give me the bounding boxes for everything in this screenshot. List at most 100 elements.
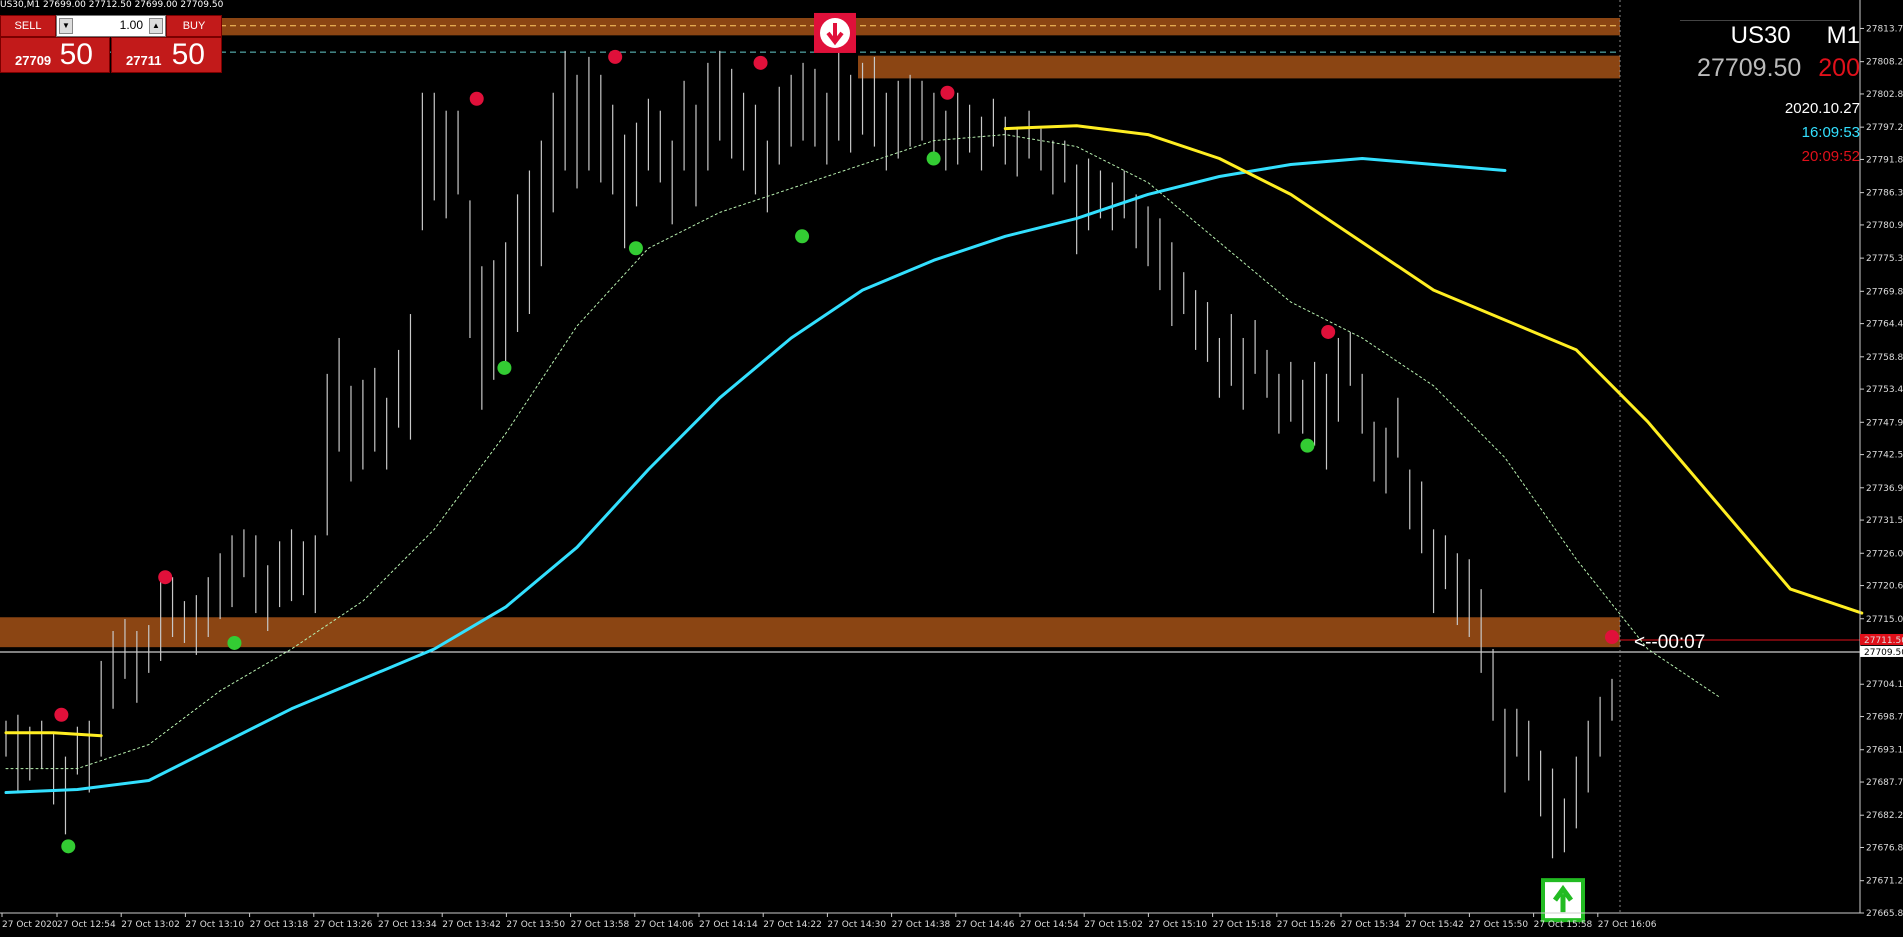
price-tick-label: 27693.15 <box>1866 746 1903 756</box>
arrow-signals-layer <box>814 12 1585 923</box>
price-tick-label: 27791.85 <box>1866 155 1903 165</box>
date-label: 2020.10.27 <box>1784 100 1860 117</box>
supply-demand-zone <box>858 55 1620 79</box>
sell-signal-dot <box>1605 629 1619 644</box>
price-tick-label: 27671.25 <box>1866 877 1903 887</box>
time-tick-label: 27 Oct 15:50 <box>1469 920 1528 930</box>
price-tick-label: 27775.35 <box>1866 254 1903 264</box>
price-bars-layer <box>5 50 1613 859</box>
time-tick-label: 27 Oct 13:10 <box>185 920 244 930</box>
price-tick-label: 27780.90 <box>1866 221 1903 231</box>
time-tick-label: 27 Oct 13:58 <box>571 920 630 930</box>
price-tick-label: 27764.40 <box>1866 320 1903 330</box>
timeframe-label: M1 <box>1826 22 1860 49</box>
time-tick-label: 27 Oct 2020 <box>2 920 58 930</box>
symbol-info-panel: US30 M1 27709.50 200 2020.10.27 16:09:53… <box>1670 22 1860 169</box>
buy-button[interactable]: BUY <box>166 15 222 37</box>
time-tick-label: 27 Oct 15:10 <box>1148 920 1207 930</box>
time-tick-label: 27 Oct 14:46 <box>956 920 1015 930</box>
lot-increase-icon[interactable]: ▲ <box>149 18 163 34</box>
price-tick-label: 27813.75 <box>1866 24 1903 34</box>
price-tick-label: 27797.25 <box>1866 123 1903 133</box>
time-tick-label: 27 Oct 13:50 <box>506 920 565 930</box>
ask-price-main: 27711 <box>126 53 162 68</box>
price-tick-label: 27802.80 <box>1866 90 1903 100</box>
time-tick-label: 27 Oct 14:14 <box>699 920 758 930</box>
time-tick-label: 27 Oct 15:42 <box>1405 920 1464 930</box>
sell-signal-dot <box>753 55 768 70</box>
zones-layer <box>0 18 1620 648</box>
time-tick-label: 27 Oct 13:02 <box>121 920 180 930</box>
price-tick-label: 27736.95 <box>1866 484 1903 494</box>
buy-signal-dot <box>61 839 76 854</box>
signal-dots-layer <box>54 49 1619 854</box>
local-time-label: 20:09:52 <box>1801 148 1860 165</box>
price-tick-label: 27758.85 <box>1866 353 1903 363</box>
lot-size-value[interactable]: 1.00 <box>120 18 143 32</box>
buy-signal-dot <box>795 229 810 244</box>
time-tick-label: 27 Oct 15:02 <box>1084 920 1143 930</box>
price-tick-label: 27726.00 <box>1866 549 1903 559</box>
price-tick-label: 27676.80 <box>1866 844 1903 854</box>
sell-signal-dot <box>469 91 484 106</box>
ask-price-pips: 50 <box>171 38 205 71</box>
price-tick-label: 27747.90 <box>1866 418 1903 428</box>
bar-countdown: <--00:07 <box>1634 632 1706 653</box>
time-tick-label: 27 Oct 12:54 <box>57 920 116 930</box>
sell-button[interactable]: SELL <box>0 15 56 37</box>
sell-signal-dot <box>1321 324 1336 339</box>
lot-decrease-icon[interactable]: ▼ <box>59 18 73 34</box>
price-axis[interactable]: 27813.75 27808.20 27802.80 27797.25 27791.85… <box>1859 0 1903 919</box>
time-tick-label: 27 Oct 16:06 <box>1598 920 1657 930</box>
time-tick-label: 27 Oct 14:30 <box>827 920 886 930</box>
price-tick-label: 27786.30 <box>1866 189 1903 199</box>
supply-demand-zone <box>0 617 1620 648</box>
price-tick-label: 27742.50 <box>1866 451 1903 461</box>
ask-price-tag-label: 27711.50 <box>1864 636 1903 646</box>
time-tick-label: 27 Oct 13:26 <box>314 920 373 930</box>
time-tick-label: 27 Oct 13:34 <box>378 920 437 930</box>
time-tick-label: 27 Oct 14:06 <box>635 920 694 930</box>
time-tick-label: 27 Oct 14:54 <box>1020 920 1079 930</box>
price-tick-label: 27687.75 <box>1866 778 1903 788</box>
current-price: 27709.50 <box>1697 54 1802 82</box>
time-tick-label: 27 Oct 15:18 <box>1213 920 1272 930</box>
price-tick-label: 27665.85 <box>1866 909 1903 919</box>
bid-price-main: 27709 <box>15 53 52 68</box>
price-tick-label: 27698.70 <box>1866 713 1903 723</box>
price-tick-label: 27704.10 <box>1866 680 1903 690</box>
lot-size-field[interactable]: ▼ 1.00 ▲ <box>56 15 166 37</box>
time-tick-label: 27 Oct 15:26 <box>1277 920 1336 930</box>
price-chart[interactable]: 27813.75 27808.20 27802.80 27797.25 27791.85… <box>0 0 1903 937</box>
price-tick-label: 27753.45 <box>1866 385 1903 395</box>
bid-price-box[interactable]: 27709 50 <box>0 37 110 73</box>
time-tick-label: 27 Oct 15:34 <box>1341 920 1400 930</box>
time-tick-label: 27 Oct 13:18 <box>250 920 309 930</box>
price-tick-label: 27682.20 <box>1866 811 1903 821</box>
spread-value: 200 <box>1818 54 1860 82</box>
price-tick-label: 27808.20 <box>1866 58 1903 68</box>
buy-signal-dot <box>1300 438 1315 453</box>
buy-signal-dot <box>497 360 512 375</box>
one-click-trading-panel: SELL ▼ 1.00 ▲ BUY 27709 50 27711 50 <box>0 15 222 73</box>
supply-demand-zone <box>0 18 1620 36</box>
buy-signal-dot <box>628 241 643 256</box>
bid-price-pips: 50 <box>59 38 93 71</box>
buy-signal-dot <box>926 151 941 166</box>
time-tick-label: 27 Oct 13:42 <box>442 920 501 930</box>
moving-averages-layer <box>4 124 1864 794</box>
server-time-label: 16:09:53 <box>1801 124 1860 141</box>
sell-signal-dot <box>608 49 623 64</box>
symbol-name: US30 <box>1730 22 1791 49</box>
bid-price-tag-label: 27709.50 <box>1864 648 1903 658</box>
chart-info-line: US30,M1 27699.00 27712.50 27699.00 27709… <box>0 0 224 10</box>
sell-signal-dot <box>54 707 69 722</box>
ask-price-box[interactable]: 27711 50 <box>111 37 222 73</box>
buy-signal-dot <box>227 635 242 650</box>
level-lines-layer <box>0 0 1860 913</box>
price-tick-label: 27715.05 <box>1866 615 1903 625</box>
dotted-moving-average <box>5 134 1720 770</box>
time-tick-label: 27 Oct 15:58 <box>1534 920 1593 930</box>
price-tick-label: 27720.60 <box>1866 582 1903 592</box>
time-tick-label: 27 Oct 14:22 <box>763 920 822 930</box>
